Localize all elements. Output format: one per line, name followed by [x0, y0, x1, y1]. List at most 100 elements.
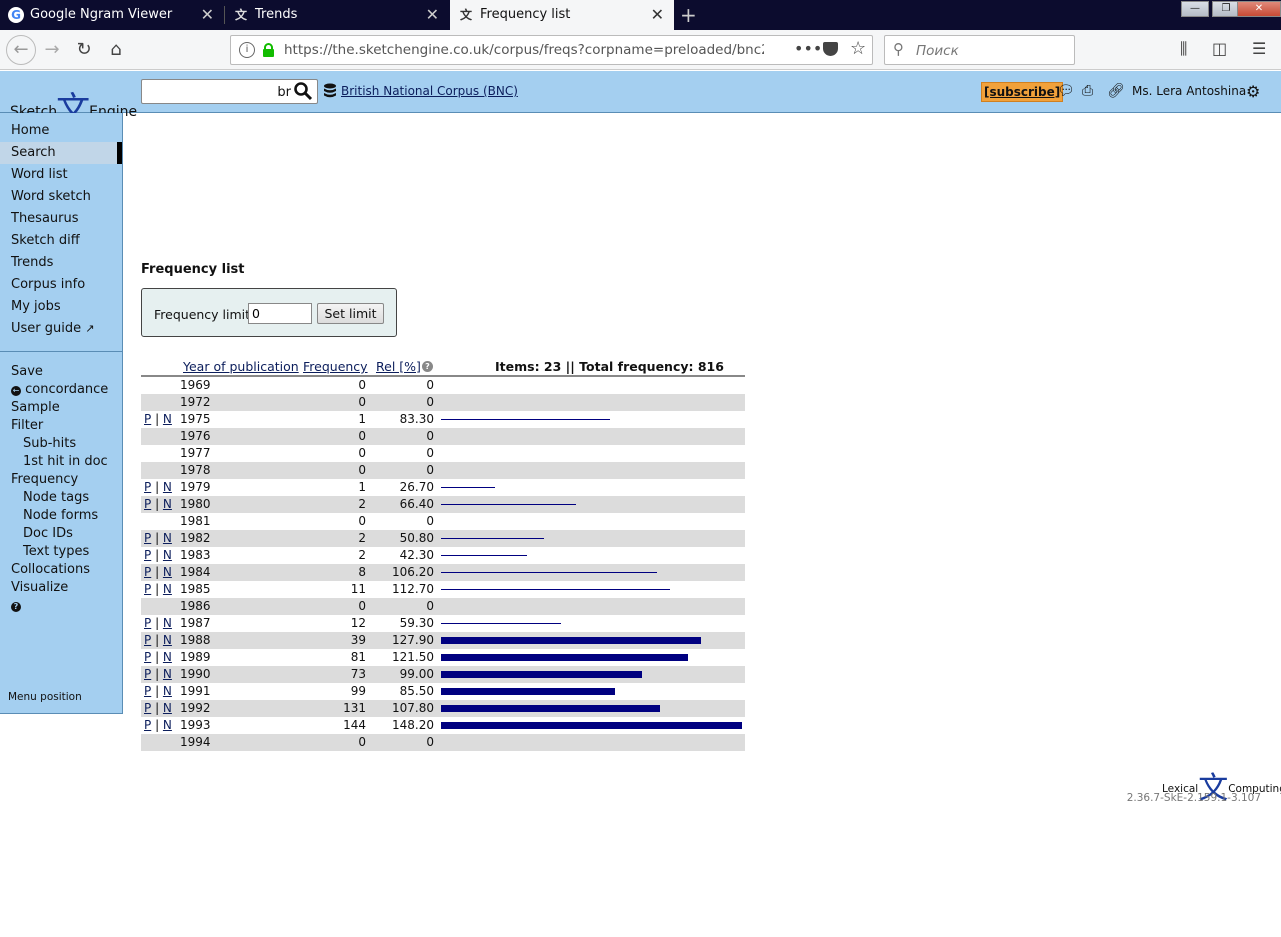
cell-year: 1987: [180, 616, 211, 630]
tool-text-types[interactable]: Text types: [0, 543, 122, 561]
subscribe-link[interactable]: [subscribe]: [981, 82, 1064, 102]
frequency-limit-input[interactable]: [248, 303, 312, 324]
url-text[interactable]: https://the.sketchengine.co.uk/corpus/fr…: [284, 42, 764, 58]
page-actions-icon[interactable]: •••: [794, 39, 822, 58]
tool-sub-hits[interactable]: Sub-hits: [0, 435, 122, 453]
menu-position-link[interactable]: Menu position: [8, 691, 82, 703]
menu-icon[interactable]: ☰: [1252, 39, 1266, 58]
negative-filter-link[interactable]: N: [163, 684, 172, 698]
close-tab-icon[interactable]: ✕: [201, 5, 214, 24]
user-name[interactable]: Ms. Lera Antoshina: [1132, 84, 1246, 98]
sidebar-item-trends[interactable]: Trends: [0, 252, 122, 274]
frequency-bar: [441, 538, 544, 539]
set-limit-button[interactable]: Set limit: [317, 303, 384, 324]
cell-year: 1978: [180, 463, 211, 477]
sidebar-toggle-icon[interactable]: ◫: [1212, 39, 1227, 58]
version-text: 2.36.7-SkE-2.159.1-3.107: [1126, 792, 1261, 804]
table-row: P | N 1993 144 148.20: [141, 717, 745, 734]
tool-visualize[interactable]: Visualize: [0, 579, 122, 597]
corpus-link[interactable]: British National Corpus (BNC): [341, 84, 518, 98]
tool-node-forms[interactable]: Node forms: [0, 507, 122, 525]
library-icon[interactable]: ⫼: [1180, 39, 1187, 59]
negative-filter-link[interactable]: N: [163, 548, 172, 562]
column-header-frequency[interactable]: Frequency: [303, 359, 368, 374]
column-header-rel[interactable]: Rel [%]: [376, 359, 421, 374]
cell-rel: 0: [426, 463, 434, 477]
link-separator: |: [151, 701, 163, 715]
help-icon[interactable]: ?: [422, 361, 433, 372]
negative-filter-link[interactable]: N: [163, 412, 172, 426]
minimize-window-icon[interactable]: —: [1181, 1, 1209, 17]
cell-year: 1982: [180, 531, 211, 545]
tool-doc-ids[interactable]: Doc IDs: [0, 525, 122, 543]
new-tab-icon[interactable]: +: [680, 3, 697, 27]
bookmark-star-icon[interactable]: ☆: [850, 38, 866, 59]
cell-rel: 107.80: [392, 701, 434, 715]
gear-icon[interactable]: ⚙: [1246, 82, 1260, 101]
close-tab-icon[interactable]: ✕: [651, 5, 664, 24]
negative-filter-link[interactable]: N: [163, 565, 172, 579]
tab-frequency-list[interactable]: 文 Frequency list ✕: [450, 0, 674, 30]
sidebar-item-word-list[interactable]: Word list: [0, 164, 122, 186]
close-tab-icon[interactable]: ✕: [426, 5, 439, 24]
external-link-icon: ↗: [85, 322, 95, 335]
negative-filter-link[interactable]: N: [163, 531, 172, 545]
tool-frequency[interactable]: Frequency: [0, 471, 122, 489]
sidebar-item-word-sketch[interactable]: Word sketch: [0, 186, 122, 208]
browser-search-input[interactable]: ⚲ Поиск: [884, 35, 1075, 65]
negative-filter-link[interactable]: N: [163, 633, 172, 647]
feedback-icon[interactable]: 💬︎: [1057, 83, 1075, 99]
cell-year: 1969: [180, 378, 211, 392]
sidebar-item-search[interactable]: Search: [0, 142, 122, 164]
negative-filter-link[interactable]: N: [163, 667, 172, 681]
home-icon[interactable]: ⌂: [104, 38, 128, 62]
cell-year: 1976: [180, 429, 211, 443]
filter-links: P | N: [144, 615, 172, 632]
tool-node-tags[interactable]: Node tags: [0, 489, 122, 507]
close-window-icon[interactable]: ✕: [1237, 1, 1281, 17]
negative-filter-link[interactable]: N: [163, 701, 172, 715]
tab-trends[interactable]: 文 Trends ✕: [225, 0, 449, 30]
negative-filter-link[interactable]: N: [163, 582, 172, 596]
cell-year: 1993: [180, 718, 211, 732]
negative-filter-link[interactable]: N: [163, 480, 172, 494]
link-icon[interactable]: 🔗︎: [1107, 83, 1125, 99]
tool-sample[interactable]: Sample: [0, 399, 122, 417]
cell-rel: 0: [426, 599, 434, 613]
maximize-window-icon[interactable]: ❐: [1212, 1, 1240, 17]
print-icon[interactable]: ⎙: [1082, 83, 1093, 99]
tool-concordance[interactable]: ← concordance: [0, 381, 122, 399]
cell-rel: 59.30: [399, 616, 434, 630]
forward-arrow-icon[interactable]: →: [40, 38, 64, 62]
sidebar-item-user-guide[interactable]: User guide ↗: [0, 318, 122, 340]
tool-filter[interactable]: Filter: [0, 417, 122, 435]
site-info-icon[interactable]: i: [239, 42, 255, 58]
link-separator: |: [151, 684, 163, 698]
table-row: P | N 1979 1 26.70: [141, 479, 745, 496]
pocket-icon[interactable]: [823, 42, 838, 56]
back-arrow-icon[interactable]: ←: [6, 35, 36, 65]
reload-icon[interactable]: ↻: [72, 38, 96, 62]
help-icon[interactable]: ?: [0, 599, 122, 613]
tool-first-hit-in-doc[interactable]: 1st hit in doc: [0, 453, 122, 471]
link-separator: |: [151, 718, 163, 732]
url-bar[interactable]: i https://the.sketchengine.co.uk/corpus/…: [230, 35, 873, 65]
sidebar-item-sketch-diff[interactable]: Sketch diff: [0, 230, 122, 252]
tool-save[interactable]: Save: [0, 363, 122, 381]
tab-google-ngram[interactable]: G Google Ngram Viewer ✕: [0, 0, 224, 30]
negative-filter-link[interactable]: N: [163, 650, 172, 664]
tool-collocations[interactable]: Collocations: [0, 561, 122, 579]
query-search-input[interactable]: br: [141, 79, 318, 104]
sidebar-item-my-jobs[interactable]: My jobs: [0, 296, 122, 318]
negative-filter-link[interactable]: N: [163, 497, 172, 511]
table-row: P | N 1988 39 127.90: [141, 632, 745, 649]
negative-filter-link[interactable]: N: [163, 718, 172, 732]
sidebar-divider: [0, 351, 122, 352]
sidebar-item-thesaurus[interactable]: Thesaurus: [0, 208, 122, 230]
sidebar-item-corpus-info[interactable]: Corpus info: [0, 274, 122, 296]
sidebar-item-home[interactable]: Home: [0, 120, 122, 142]
cell-rel: 66.40: [399, 497, 434, 511]
negative-filter-link[interactable]: N: [163, 616, 172, 630]
column-header-year[interactable]: Year of publication: [183, 359, 299, 374]
search-icon[interactable]: [293, 81, 313, 101]
